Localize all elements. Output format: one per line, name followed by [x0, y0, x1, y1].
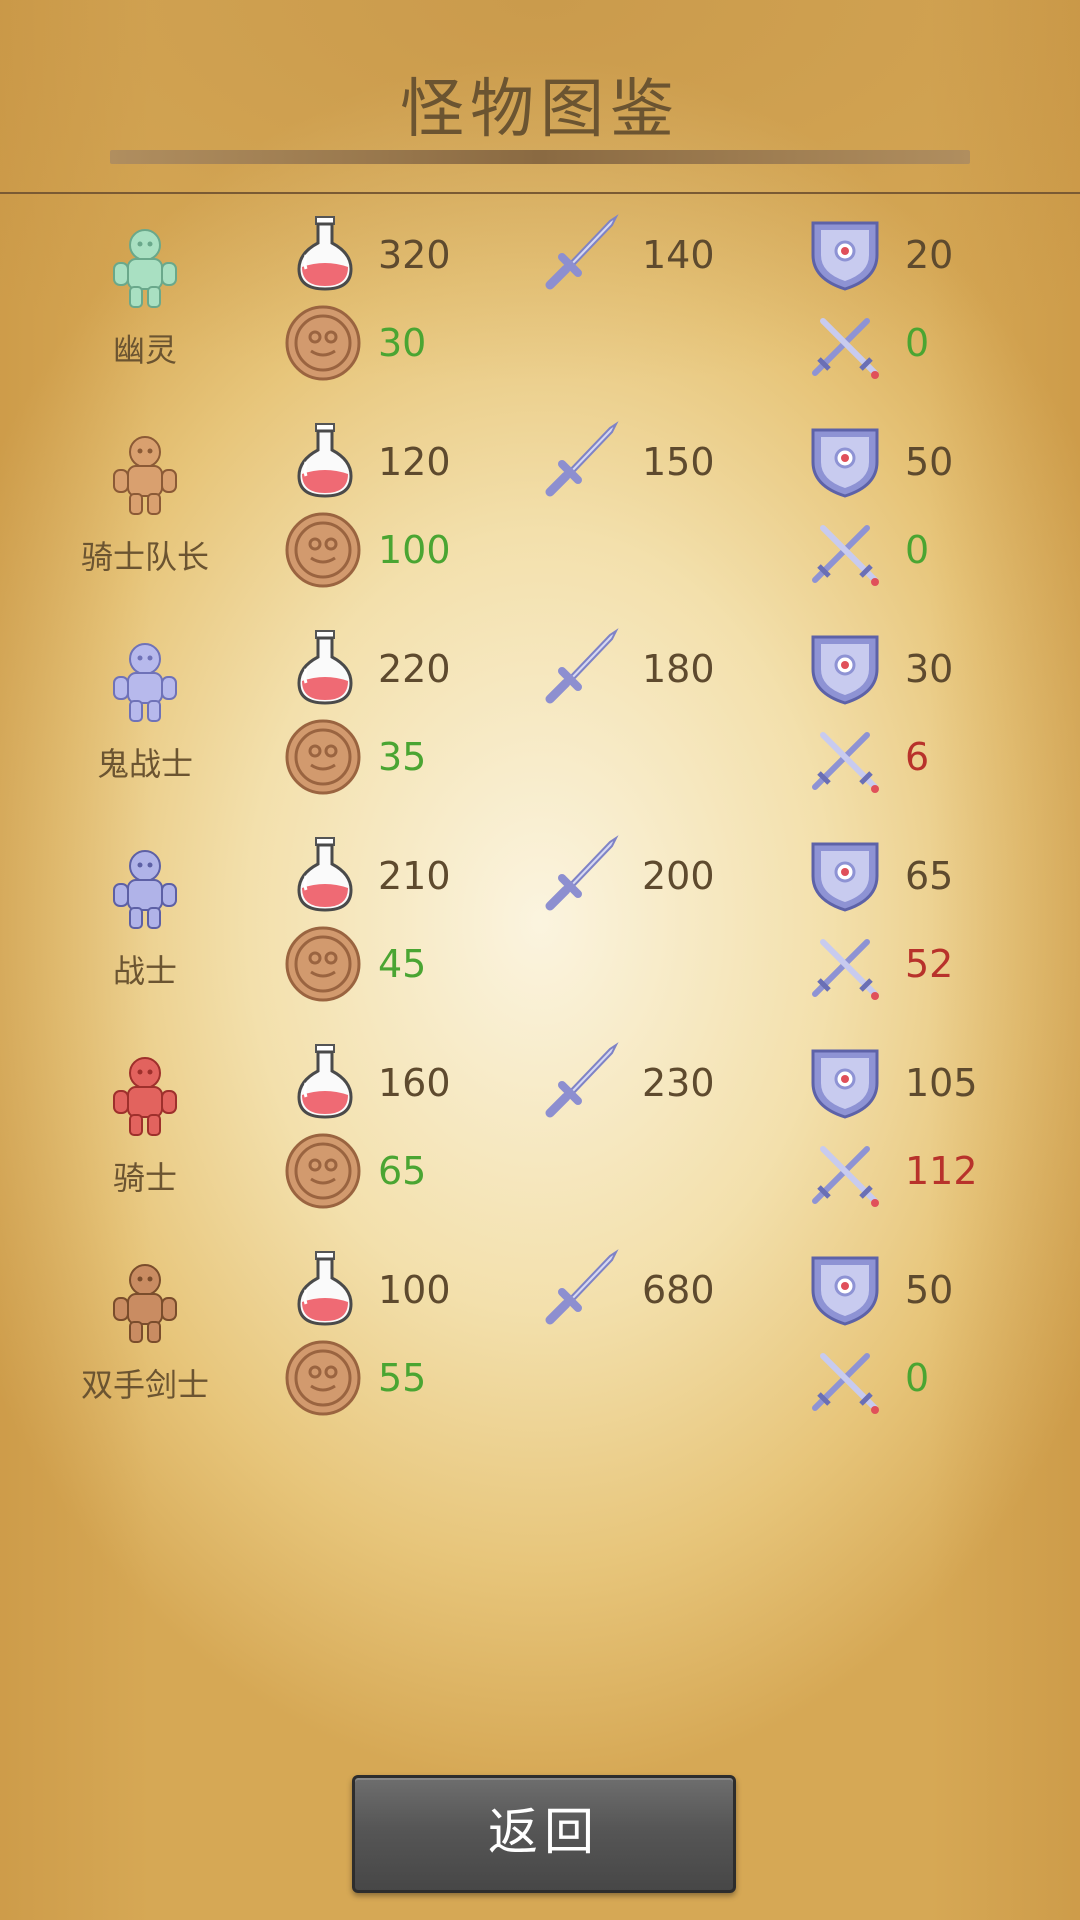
attack-value: 200 — [642, 854, 715, 898]
sword-icon — [540, 1248, 620, 1328]
shield-icon — [805, 1248, 885, 1328]
hp-value: 210 — [378, 854, 451, 898]
attack-value: 150 — [642, 440, 715, 484]
potion-icon — [285, 1248, 365, 1328]
monster-name: 骑士 — [112, 1159, 177, 1197]
title-divider — [110, 150, 970, 164]
potion-icon — [285, 1041, 365, 1121]
coin-icon — [283, 303, 363, 383]
defense-value: 50 — [905, 440, 954, 484]
gold-value: 100 — [378, 528, 451, 572]
damage-value: 0 — [905, 528, 930, 572]
hp-value: 100 — [378, 1268, 451, 1312]
crossed-swords-icon — [805, 717, 885, 797]
monster-sprite — [100, 1051, 190, 1141]
defense-value: 105 — [905, 1061, 978, 1105]
attack-value: 140 — [642, 233, 715, 277]
coin-icon — [283, 1338, 363, 1418]
gold-value: 35 — [378, 735, 427, 779]
monster-list: 幽灵 320 140 20 30 0 骑士队长 120 150 50 100 0… — [0, 205, 1080, 1447]
monster-row: 幽灵 320 140 20 30 0 — [0, 205, 1080, 412]
defense-value: 65 — [905, 854, 954, 898]
potion-icon — [285, 834, 365, 914]
potion-icon — [285, 213, 365, 293]
monster-sprite — [100, 1258, 190, 1348]
monster-sprite — [100, 223, 190, 313]
monster-row: 骑士 160 230 105 65 112 — [0, 1033, 1080, 1240]
gold-value: 45 — [378, 942, 427, 986]
attack-value: 680 — [642, 1268, 715, 1312]
monster-sprite — [100, 637, 190, 727]
back-button[interactable]: 返回 — [352, 1775, 736, 1893]
damage-value: 6 — [905, 735, 930, 779]
monster-sprite — [100, 430, 190, 520]
monster-name: 骑士队长 — [80, 538, 209, 576]
attack-value: 230 — [642, 1061, 715, 1105]
shield-icon — [805, 213, 885, 293]
potion-icon — [285, 627, 365, 707]
defense-value: 30 — [905, 647, 954, 691]
shield-icon — [805, 420, 885, 500]
monster-sprite — [100, 844, 190, 934]
coin-icon — [283, 510, 363, 590]
sword-icon — [540, 627, 620, 707]
monster-name: 幽灵 — [112, 331, 177, 369]
attack-value: 180 — [642, 647, 715, 691]
damage-value: 52 — [905, 942, 954, 986]
sword-icon — [540, 213, 620, 293]
coin-icon — [283, 1131, 363, 1211]
hp-value: 160 — [378, 1061, 451, 1105]
coin-icon — [283, 717, 363, 797]
hp-value: 320 — [378, 233, 451, 277]
monster-name: 战士 — [112, 952, 177, 990]
crossed-swords-icon — [805, 510, 885, 590]
crossed-swords-icon — [805, 924, 885, 1004]
coin-icon — [283, 924, 363, 1004]
gold-value: 55 — [378, 1356, 427, 1400]
gold-value: 65 — [378, 1149, 427, 1193]
shield-icon — [805, 1041, 885, 1121]
damage-value: 112 — [905, 1149, 978, 1193]
monster-row: 鬼战士 220 180 30 35 6 — [0, 619, 1080, 826]
gold-value: 30 — [378, 321, 427, 365]
sword-icon — [540, 420, 620, 500]
potion-icon — [285, 420, 365, 500]
crossed-swords-icon — [805, 1131, 885, 1211]
shield-icon — [805, 627, 885, 707]
monster-name: 双手剑士 — [80, 1366, 209, 1404]
damage-value: 0 — [905, 1356, 930, 1400]
header-divider — [0, 192, 1080, 194]
hp-value: 120 — [378, 440, 451, 484]
monster-row: 骑士队长 120 150 50 100 0 — [0, 412, 1080, 619]
monster-name: 鬼战士 — [96, 745, 193, 783]
defense-value: 20 — [905, 233, 954, 277]
crossed-swords-icon — [805, 1338, 885, 1418]
monster-row: 双手剑士 100 680 50 55 0 — [0, 1240, 1080, 1447]
damage-value: 0 — [905, 321, 930, 365]
shield-icon — [805, 834, 885, 914]
sword-icon — [540, 1041, 620, 1121]
crossed-swords-icon — [805, 303, 885, 383]
hp-value: 220 — [378, 647, 451, 691]
page-title: 怪物图鉴 — [400, 73, 680, 147]
defense-value: 50 — [905, 1268, 954, 1312]
sword-icon — [540, 834, 620, 914]
monster-row: 战士 210 200 65 45 52 — [0, 826, 1080, 1033]
